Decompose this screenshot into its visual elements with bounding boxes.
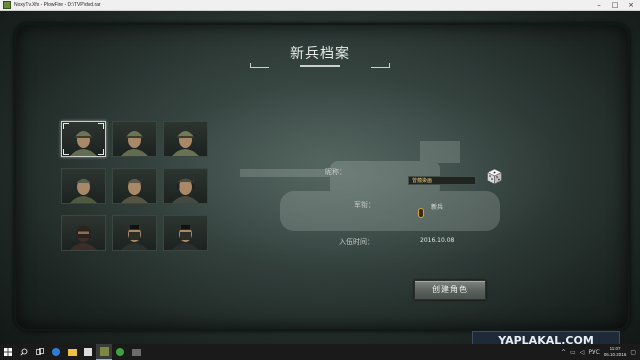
avatar-option[interactable] (61, 168, 106, 204)
soldier-portrait-icon (172, 175, 199, 203)
soldier-portrait-icon (121, 131, 148, 156)
game-app-icon (99, 347, 109, 356)
notifications-icon[interactable]: ▢ (630, 349, 636, 356)
taskbar-app-edge[interactable] (48, 344, 64, 360)
tank-silhouette-icon (240, 141, 500, 231)
game-viewport: 新兵档案 昵称： 曾蕴染画 军衔： 新兵 入伍时间： 2016.10.08 创建… (0, 11, 640, 344)
avatar-option[interactable] (61, 215, 106, 251)
soldier-portrait-icon (70, 179, 97, 203)
selection-corner (98, 149, 104, 155)
avatar-option[interactable] (112, 215, 157, 251)
window-titlebar[interactable]: NoxyTv.Xfx - PlowFire - D:\TVP\dvd.rar –… (0, 0, 640, 11)
selection-corner (63, 149, 69, 155)
game-window: NoxyTv.Xfx - PlowFire - D:\TVP\dvd.rar –… (0, 0, 640, 344)
edge-icon (52, 348, 60, 356)
page-title: 新兵档案 (290, 46, 350, 62)
app-icon (3, 1, 11, 9)
selection-corner (98, 123, 104, 129)
create-character-button[interactable]: 创建角色 (414, 280, 486, 300)
window-title: NoxyTv.Xfx - PlowFire - D:\TVP\dvd.rar (14, 2, 101, 8)
minimize-button[interactable]: – (592, 1, 606, 10)
dice-icon[interactable] (486, 168, 503, 185)
watermark: YAPLAKAL.COM (472, 331, 620, 344)
windows-logo-icon (4, 348, 12, 356)
media-app-icon (131, 348, 141, 356)
rank-label: 军衔： (354, 201, 375, 209)
store-icon (84, 348, 92, 356)
window-controls: – □ × (592, 0, 638, 10)
folder-icon (67, 348, 77, 356)
header-bracket-right (371, 63, 390, 68)
avatar-option[interactable] (112, 121, 157, 157)
soldier-portrait-icon (121, 179, 148, 203)
chevron-up-icon[interactable]: ^ (561, 349, 566, 356)
search-icon (20, 348, 28, 356)
maximize-button[interactable]: □ (608, 1, 622, 10)
clock-date: 06.10.2016 (603, 352, 627, 357)
header-bar (300, 65, 340, 67)
taskbar-app-store[interactable] (80, 344, 96, 360)
enlist-date-value: 2016.10.08 (420, 237, 455, 244)
windows-start-button[interactable] (0, 344, 16, 360)
system-tray: ^ ▭ ◁ РУС 11:07 06.10.2016 ▢ (561, 344, 636, 360)
avatar-option[interactable] (163, 121, 208, 157)
close-button[interactable]: × (624, 1, 638, 10)
search-button[interactable] (16, 344, 32, 360)
selection-corner (63, 123, 69, 129)
green-app-icon (116, 348, 124, 356)
rank-value: 新兵 (431, 204, 444, 211)
taskbar-app-game[interactable] (96, 344, 112, 360)
nickname-label: 昵称： (325, 168, 346, 176)
soldier-portrait-icon (70, 225, 97, 250)
taskbar-app-explorer[interactable] (64, 344, 80, 360)
avatar-option[interactable] (163, 168, 208, 204)
volume-icon[interactable]: ◁ (580, 349, 585, 356)
language-indicator[interactable]: РУС (588, 349, 599, 356)
task-view-icon (36, 348, 44, 355)
clock[interactable]: 11:07 06.10.2016 (604, 346, 627, 358)
nickname-field[interactable]: 曾蕴染画 (408, 176, 476, 185)
soldier-portrait-icon (172, 225, 199, 250)
avatar-option[interactable] (163, 215, 208, 251)
task-view-button[interactable] (32, 344, 48, 360)
avatar-grid (61, 121, 208, 251)
network-icon[interactable]: ▭ (570, 349, 576, 356)
avatar-option[interactable] (112, 168, 157, 204)
taskbar: ^ ▭ ◁ РУС 11:07 06.10.2016 ▢ (0, 344, 640, 360)
rank-insignia-icon (418, 208, 424, 218)
taskbar-app-media[interactable] (128, 344, 144, 360)
screen-header: 新兵档案 (250, 41, 390, 71)
soldier-portrait-icon (121, 225, 148, 250)
avatar-option[interactable] (61, 121, 106, 157)
soldier-portrait-icon (172, 131, 199, 156)
enlist-date-label: 入伍时间： (339, 238, 374, 246)
header-bracket-left (250, 63, 269, 68)
taskbar-app-green[interactable] (112, 344, 128, 360)
